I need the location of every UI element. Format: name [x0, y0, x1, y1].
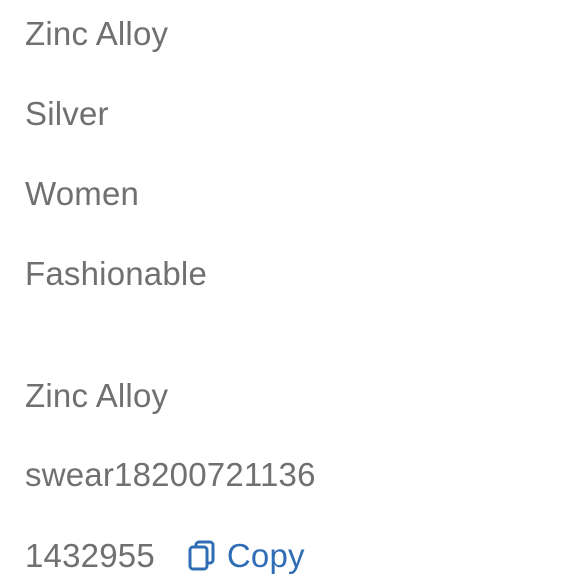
item-id-value: 1432955 — [25, 537, 155, 574]
style-value: Fashionable — [25, 255, 207, 292]
material-value: Zinc Alloy — [25, 15, 169, 52]
main-material-value: Zinc Alloy — [25, 377, 169, 414]
seller-value: swear18200721136 — [25, 456, 316, 493]
copy-label: Copy — [226, 537, 305, 574]
product-detail-list: Zinc Alloy Silver Women Fashionable Zinc… — [0, 0, 580, 580]
copy-button[interactable]: Copy — [187, 536, 305, 576]
gender-value: Women — [25, 175, 140, 212]
item-id-row: 1432955 Copy — [25, 536, 305, 576]
copy-icon — [187, 539, 217, 573]
color-value: Silver — [25, 95, 109, 132]
